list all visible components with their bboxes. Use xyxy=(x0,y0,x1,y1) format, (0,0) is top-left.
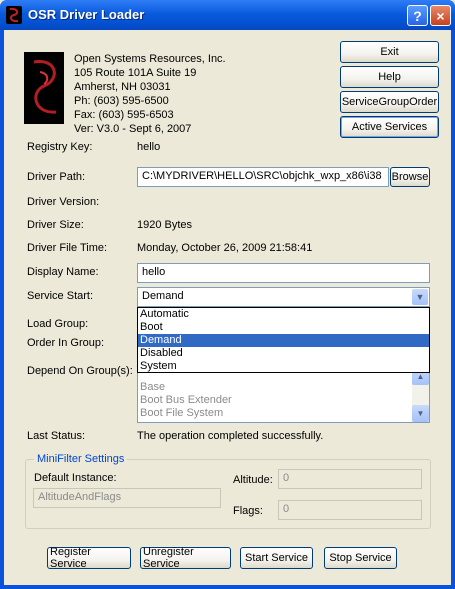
browse-button[interactable]: Browse xyxy=(390,167,430,187)
service-group-order-button[interactable]: ServiceGroupOrder xyxy=(340,91,439,113)
start-service-label: Start Service xyxy=(245,552,308,564)
company-phone: Ph: (603) 595-6500 xyxy=(74,95,169,107)
flags-value: 0 xyxy=(283,503,290,515)
exit-button-label: Exit xyxy=(380,46,399,58)
option-boot[interactable]: Boot xyxy=(138,321,429,334)
chevron-down-icon[interactable]: ▼ xyxy=(412,289,428,305)
company-address-1: 105 Route 101A Suite 19 xyxy=(74,67,197,79)
depend-on-groups-list[interactable]: Base Boot Bus Extender Boot File System … xyxy=(137,367,430,423)
flags-input[interactable]: 0 xyxy=(278,500,422,520)
help-icon: ? xyxy=(413,7,422,24)
service-start-label: Service Start: xyxy=(27,290,94,302)
driver-size-label: Driver Size: xyxy=(27,219,84,231)
osr-logo xyxy=(24,52,64,124)
app-icon xyxy=(6,6,22,24)
register-service-button[interactable]: Register Service xyxy=(47,546,131,570)
display-name-value: hello xyxy=(142,266,166,278)
option-system[interactable]: System xyxy=(138,360,429,373)
flags-label: Flags: xyxy=(233,505,263,517)
help-button-label: Help xyxy=(378,71,401,83)
altitude-input[interactable]: 0 xyxy=(278,469,422,489)
minifilter-title: MiniFilter Settings xyxy=(34,453,128,465)
company-address-2: Amherst, NH 03031 xyxy=(74,81,171,93)
active-services-label: Active Services xyxy=(351,121,428,133)
help-button[interactable]: Help xyxy=(340,66,439,88)
browse-button-label: Browse xyxy=(391,171,429,183)
service-start-select[interactable]: Demand ▼ xyxy=(137,287,430,307)
service-group-order-label: ServiceGroupOrder xyxy=(341,96,438,108)
list-item[interactable]: Boot Bus Extender xyxy=(138,394,429,407)
default-instance-value: AltitudeAndFlags xyxy=(38,491,122,503)
driver-file-time-value: Monday, October 26, 2009 21:58:41 xyxy=(137,242,313,254)
depend-on-groups-label: Depend On Group(s): xyxy=(27,365,133,377)
option-demand[interactable]: Demand xyxy=(138,334,429,347)
altitude-label: Altitude: xyxy=(233,474,273,486)
driver-file-time-label: Driver File Time: xyxy=(27,242,108,254)
register-service-label: Register Service xyxy=(50,546,91,570)
driver-size-value: 1920 Bytes xyxy=(137,219,193,231)
service-start-value: Demand xyxy=(142,290,184,302)
altitude-value: 0 xyxy=(283,472,290,484)
company-name: Open Systems Resources, Inc. xyxy=(74,53,226,65)
scroll-down-icon[interactable]: ▼ xyxy=(412,405,429,422)
option-disabled[interactable]: Disabled xyxy=(138,347,429,360)
list-item[interactable]: Boot File System xyxy=(138,407,429,420)
order-in-group-label: Order In Group: xyxy=(27,337,105,349)
default-instance-input[interactable]: AltitudeAndFlags xyxy=(33,488,221,508)
company-version: Ver: V3.0 - Sept 6, 2007 xyxy=(74,123,192,135)
unregister-service-label: Unregister Service xyxy=(143,546,194,570)
start-service-button[interactable]: Start Service xyxy=(240,547,313,569)
active-services-button[interactable]: Active Services xyxy=(340,116,439,138)
company-info: Open Systems Resources, Inc. 105 Route 1… xyxy=(74,52,226,136)
display-name-input[interactable]: hello xyxy=(137,263,430,283)
list-scrollbar[interactable]: ▲ ▼ xyxy=(412,368,429,422)
driver-path-input[interactable]: C:\MYDRIVER\HELLO\SRC\objchk_wxp_x86\i38 xyxy=(137,167,389,187)
stop-service-label: Stop Service xyxy=(329,552,392,564)
close-button[interactable]: × xyxy=(430,5,451,26)
exit-button[interactable]: Exit xyxy=(340,41,439,63)
registry-key-label: Registry Key: xyxy=(27,141,93,153)
default-instance-label: Default Instance: xyxy=(34,472,117,484)
stop-service-button[interactable]: Stop Service xyxy=(324,547,397,569)
registry-key-value: hello xyxy=(137,141,161,153)
title-bar[interactable]: OSR Driver Loader ? × xyxy=(0,0,455,30)
display-name-label: Display Name: xyxy=(27,266,99,278)
last-status-value: The operation completed successfully. xyxy=(137,430,324,442)
last-status-label: Last Status: xyxy=(27,430,86,442)
help-title-button[interactable]: ? xyxy=(407,5,428,26)
list-item[interactable]: Base xyxy=(138,381,429,394)
driver-path-value: C:\MYDRIVER\HELLO\SRC\objchk_wxp_x86\i38 xyxy=(142,170,382,182)
option-automatic[interactable]: Automatic xyxy=(138,308,429,321)
unregister-service-button[interactable]: Unregister Service xyxy=(140,546,231,570)
service-start-dropdown: Automatic Boot Demand Disabled System xyxy=(137,307,430,373)
close-icon: × xyxy=(436,7,445,24)
company-fax: Fax: (603) 595-6503 xyxy=(74,109,174,121)
window-title: OSR Driver Loader xyxy=(28,7,145,22)
driver-version-label: Driver Version: xyxy=(27,196,100,208)
load-group-label: Load Group: xyxy=(27,318,89,330)
driver-path-label: Driver Path: xyxy=(27,171,86,183)
